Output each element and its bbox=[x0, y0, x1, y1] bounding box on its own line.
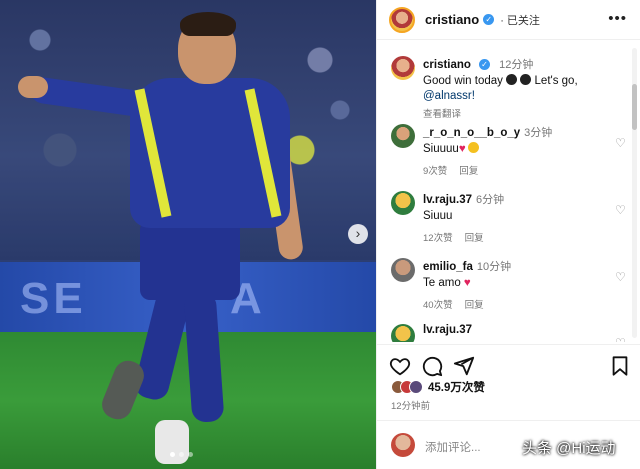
likes-count[interactable]: 45.9万次赞 bbox=[428, 379, 485, 395]
like-heart-icon[interactable]: ♡ bbox=[615, 203, 627, 217]
jersey-stripe bbox=[244, 88, 282, 218]
following-status[interactable]: · 已关注 bbox=[500, 12, 540, 28]
comment-bubble-icon[interactable] bbox=[421, 355, 443, 377]
current-user-avatar bbox=[391, 433, 415, 457]
verified-badge-icon: ✓ bbox=[478, 59, 490, 70]
caption-time: 12分钟 bbox=[499, 59, 534, 71]
player-jersey bbox=[130, 78, 290, 228]
player-boot bbox=[155, 420, 189, 464]
comment-time: 6分钟 bbox=[476, 194, 505, 206]
player-figure bbox=[0, 0, 376, 469]
comments-list[interactable]: cristiano ✓ 12分钟 Good win today Let's go,… bbox=[377, 46, 633, 342]
comment-user[interactable]: emilio_fa bbox=[423, 261, 473, 273]
scrollbar-thumb[interactable] bbox=[632, 84, 637, 130]
commenter-avatar[interactable] bbox=[391, 191, 415, 215]
comment-likes[interactable]: 40次赞 bbox=[423, 300, 453, 311]
verified-badge-icon: ✓ bbox=[483, 14, 495, 25]
carousel-dots bbox=[170, 452, 193, 457]
like-heart-icon[interactable]: ♡ bbox=[615, 136, 627, 150]
soccer-ball-icon bbox=[506, 74, 518, 85]
post-sidebar: cristiano ✓ · 已关注 ••• cristiano ✓ 12分钟 Go… bbox=[376, 0, 640, 469]
comments-scrollbar[interactable] bbox=[632, 48, 637, 338]
commenter-avatar[interactable] bbox=[391, 124, 415, 148]
red-heart-icon: ♥ bbox=[463, 277, 471, 289]
reply-link[interactable]: 回复 bbox=[459, 166, 478, 177]
likes-summary[interactable]: 45.9万次赞 bbox=[391, 379, 485, 395]
comment-user[interactable]: lv.raju.37 bbox=[423, 324, 472, 336]
translate-link[interactable]: 查看翻译 bbox=[423, 109, 461, 120]
reply-link[interactable]: 回复 bbox=[465, 233, 484, 244]
caption-mention[interactable]: @alnassr! bbox=[423, 90, 475, 102]
comment-likes[interactable]: 12次赞 bbox=[423, 233, 453, 244]
bookmark-save-icon[interactable] bbox=[609, 355, 631, 377]
player-leg bbox=[183, 291, 225, 423]
comment-text: Te amo bbox=[423, 277, 461, 289]
comment-user[interactable]: _r_o_n_o__b_o_y bbox=[423, 127, 520, 139]
comment-text: Siuuu bbox=[423, 210, 453, 222]
caption-text: Good win today Let's go, @alnassr! bbox=[423, 74, 613, 104]
comment-text: Siuuuu bbox=[423, 143, 459, 155]
more-horizontal-icon[interactable]: ••• bbox=[608, 10, 627, 27]
like-heart-icon[interactable] bbox=[389, 355, 411, 377]
commenter-avatar[interactable] bbox=[391, 324, 415, 342]
comment-time: 3分钟 bbox=[524, 127, 553, 139]
carousel-dot bbox=[179, 452, 184, 457]
caption-line1: Good win today bbox=[423, 75, 503, 87]
soccer-ball-icon bbox=[520, 74, 532, 85]
player-hand bbox=[18, 76, 48, 98]
player-shorts bbox=[140, 220, 240, 300]
reply-link[interactable]: 回复 bbox=[465, 300, 484, 311]
post-action-bar bbox=[377, 344, 640, 384]
jersey-stripe bbox=[134, 88, 172, 218]
comment-user[interactable]: lv.raju.37 bbox=[423, 194, 472, 206]
watermark-text: 头条 @Hi运动 bbox=[522, 440, 616, 457]
post-timestamp: 12分钟前 bbox=[391, 401, 431, 412]
caption-line2: Let's go, bbox=[534, 75, 578, 87]
crying-face-icon bbox=[467, 142, 479, 153]
player-leg bbox=[132, 287, 192, 403]
liker-avatar bbox=[409, 380, 423, 394]
share-send-icon[interactable] bbox=[453, 355, 475, 377]
carousel-dot bbox=[188, 452, 193, 457]
author-avatar[interactable] bbox=[389, 6, 415, 33]
caption-author[interactable]: cristiano bbox=[423, 59, 471, 71]
commenter-avatar[interactable] bbox=[391, 258, 415, 282]
carousel-next-button[interactable]: › bbox=[348, 224, 368, 244]
carousel-dot bbox=[170, 452, 175, 457]
comment-time: 10分钟 bbox=[476, 261, 512, 273]
like-heart-icon[interactable]: ♡ bbox=[615, 270, 627, 284]
comment-input[interactable]: 添加评论... bbox=[425, 439, 481, 455]
post-photo[interactable]: SE A › bbox=[0, 0, 376, 469]
caption-avatar[interactable] bbox=[391, 56, 415, 80]
like-heart-icon[interactable]: ♡ bbox=[615, 336, 627, 342]
player-hair bbox=[180, 12, 236, 36]
author-name[interactable]: cristiano bbox=[425, 12, 479, 27]
comment-likes[interactable]: 9次赞 bbox=[423, 166, 447, 177]
post-header: cristiano ✓ · 已关注 ••• bbox=[377, 0, 640, 40]
red-heart-icon: ♥ bbox=[458, 143, 466, 155]
